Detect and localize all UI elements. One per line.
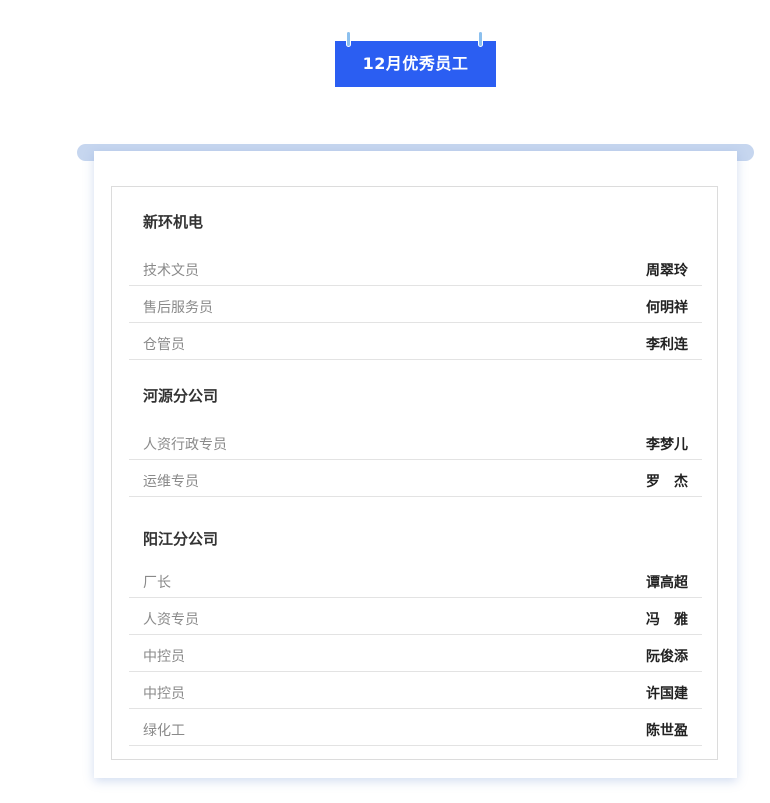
section-title: 新环机电	[143, 213, 204, 231]
job-title: 运维专员	[143, 474, 199, 490]
list-item: 技术文员 周翠玲	[129, 249, 702, 286]
employee-name: 阮俊添	[646, 649, 688, 665]
binder-ring-left-icon	[346, 31, 351, 47]
list-item: 厂长 谭高超	[129, 561, 702, 598]
page-title: 12月优秀员工	[335, 41, 496, 87]
job-title: 人资专员	[143, 612, 199, 628]
job-title: 绿化工	[143, 723, 185, 739]
employee-name: 何明祥	[646, 300, 688, 316]
honor-list-frame: 新环机电 技术文员 周翠玲 售后服务员 何明祥 仓管员 李利连 河源分公司 人资…	[111, 186, 718, 760]
employee-name: 陈世盈	[646, 723, 688, 739]
employee-name: 周翠玲	[646, 263, 688, 279]
binder-ring-right-icon	[478, 31, 483, 47]
employee-name: 李梦儿	[646, 437, 688, 453]
title-banner: 12月优秀员工	[335, 31, 496, 87]
honor-board: 新环机电 技术文员 周翠玲 售后服务员 何明祥 仓管员 李利连 河源分公司 人资…	[94, 151, 737, 778]
employee-name: 许国建	[646, 686, 688, 702]
section-title: 河源分公司	[143, 387, 219, 405]
list-item: 仓管员 李利连	[129, 323, 702, 360]
job-title: 厂长	[143, 575, 171, 591]
job-title: 售后服务员	[143, 300, 213, 316]
list-item: 绿化工 陈世盈	[129, 709, 702, 746]
employee-name: 李利连	[646, 337, 688, 353]
list-item: 售后服务员 何明祥	[129, 286, 702, 323]
job-title: 仓管员	[143, 337, 185, 353]
employee-name: 冯 雅	[646, 612, 688, 628]
job-title: 中控员	[143, 686, 185, 702]
job-title: 中控员	[143, 649, 185, 665]
list-item: 人资行政专员 李梦儿	[129, 423, 702, 460]
list-item: 中控员 阮俊添	[129, 635, 702, 672]
list-item: 中控员 许国建	[129, 672, 702, 709]
list-item: 运维专员 罗 杰	[129, 460, 702, 497]
employee-name: 罗 杰	[646, 474, 688, 490]
list-item: 人资专员 冯 雅	[129, 598, 702, 635]
job-title: 技术文员	[143, 263, 199, 279]
section-title: 阳江分公司	[143, 530, 219, 548]
job-title: 人资行政专员	[143, 437, 227, 453]
employee-name: 谭高超	[646, 575, 688, 591]
